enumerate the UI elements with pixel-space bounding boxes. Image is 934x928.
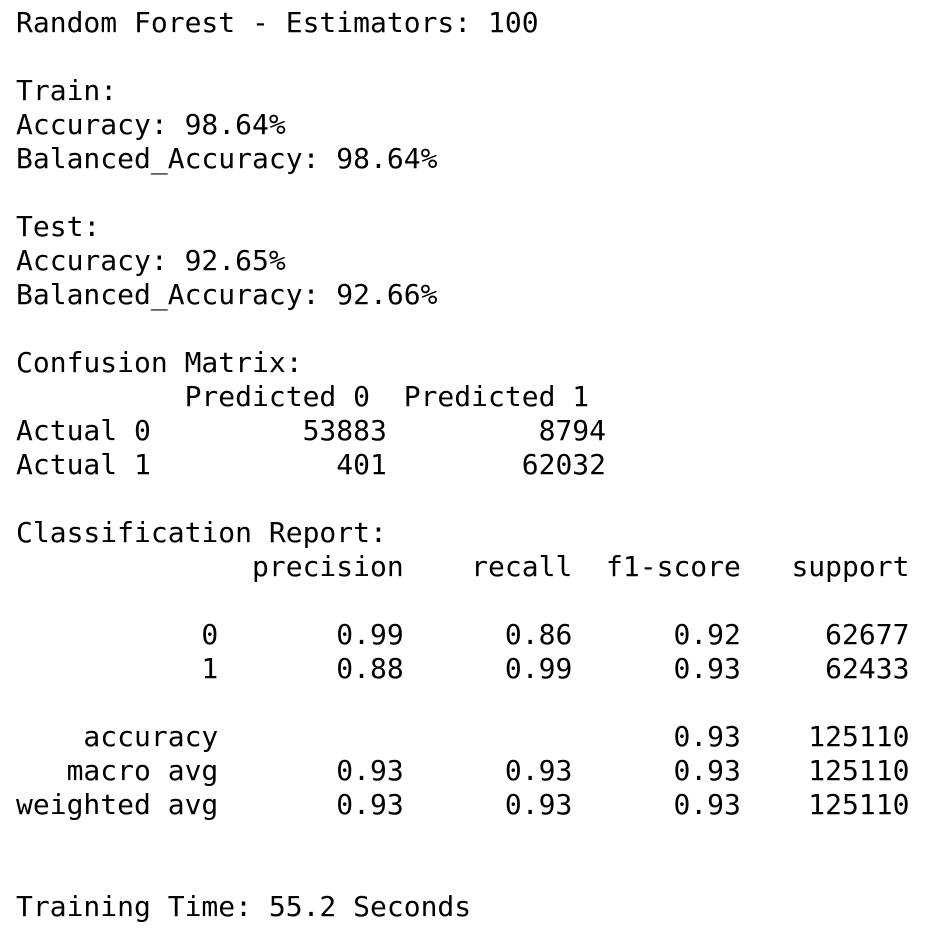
confusion-matrix-header-row: Predicted 0 Predicted 1	[16, 380, 590, 413]
confusion-matrix-row-actual-0: Actual 0 53883 8794	[16, 414, 607, 447]
train-heading: Train:	[16, 74, 118, 107]
classification-report-row-weighted-avg: weighted avg 0.93 0.93 0.93 125110	[16, 788, 910, 821]
train-balanced-accuracy: Balanced_Accuracy: 98.64%	[16, 142, 438, 175]
train-accuracy: Accuracy: 98.64%	[16, 108, 286, 141]
classification-report-heading: Classification Report:	[16, 516, 387, 549]
training-time: Training Time: 55.2 Seconds	[16, 890, 472, 923]
console-output: Random Forest - Estimators: 100 Train: Ac…	[0, 0, 934, 924]
classification-report-row-accuracy: accuracy 0.93 125110	[16, 720, 910, 753]
confusion-matrix-row-actual-1: Actual 1 401 62032	[16, 448, 607, 481]
test-accuracy: Accuracy: 92.65%	[16, 244, 286, 277]
classification-report-row-class-1: 1 0.88 0.99 0.93 62433	[16, 652, 910, 685]
test-balanced-accuracy: Balanced_Accuracy: 92.66%	[16, 278, 438, 311]
confusion-matrix-heading: Confusion Matrix:	[16, 346, 303, 379]
classification-report-header-row: precision recall f1-score support	[16, 550, 910, 583]
classification-report-row-class-0: 0 0.99 0.86 0.92 62677	[16, 618, 910, 651]
test-heading: Test:	[16, 210, 101, 243]
classification-report-row-macro-avg: macro avg 0.93 0.93 0.93 125110	[16, 754, 910, 787]
model-header: Random Forest - Estimators: 100	[16, 6, 539, 39]
